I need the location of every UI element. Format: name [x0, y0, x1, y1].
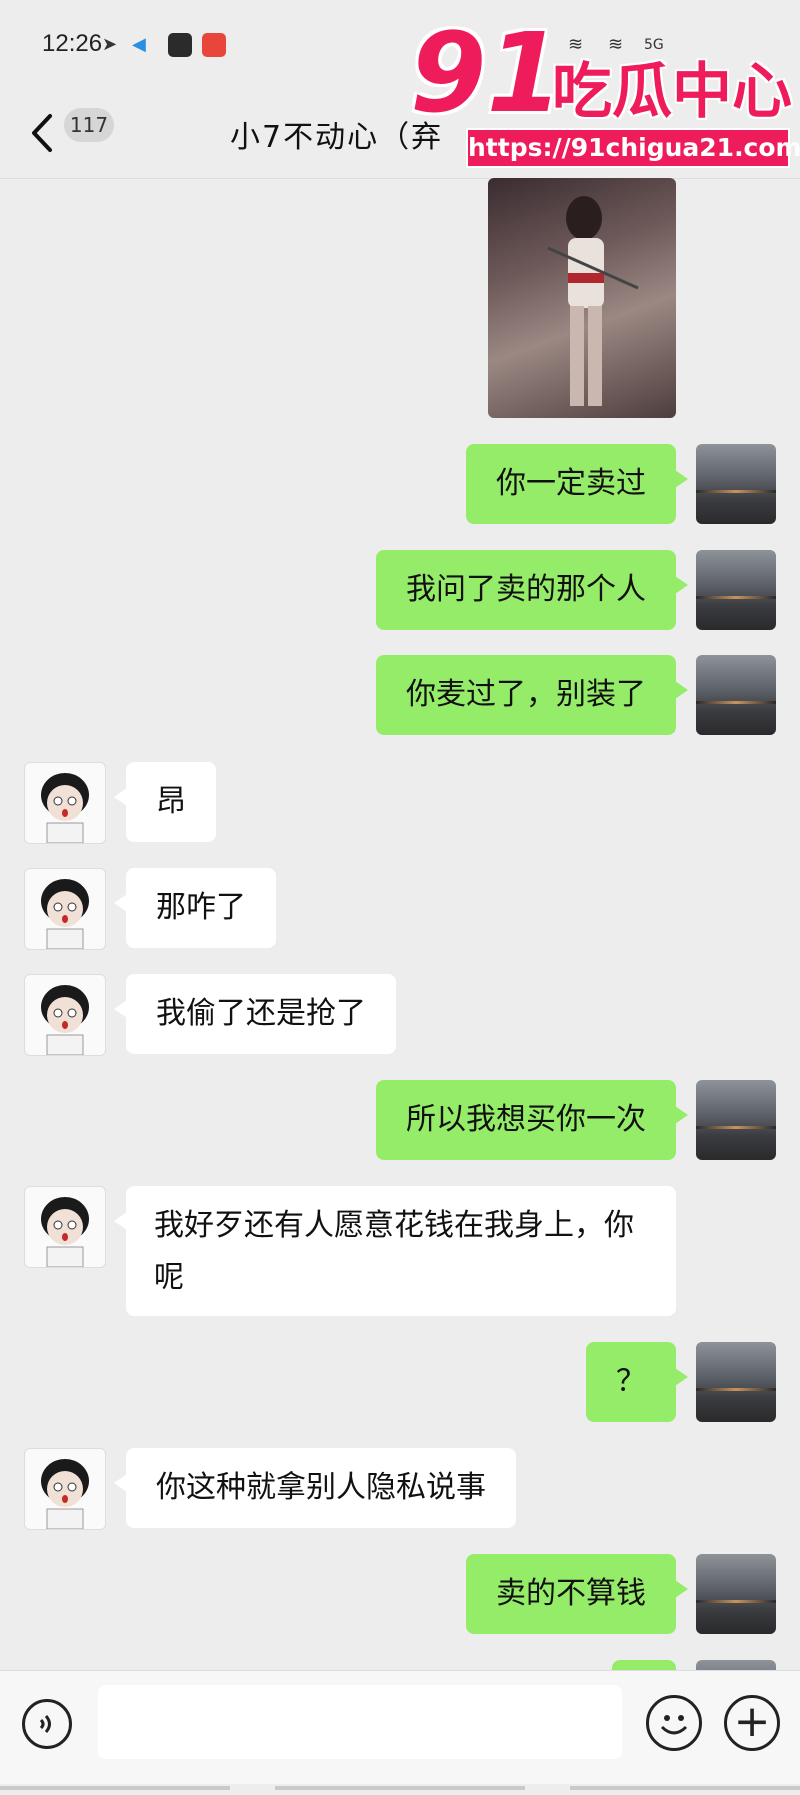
chat-messages[interactable]: 你一定卖过 我问了卖的那个人 你麦过了，别装了 昂 那咋了 我偷了还是抢了 所以…	[0, 178, 800, 1670]
input-bar: +	[0, 1670, 800, 1784]
wifi-icon: ≋	[568, 34, 584, 55]
avatar-self[interactable]	[696, 550, 776, 630]
message-bubble-received[interactable]: 我偷了还是抢了	[114, 974, 396, 1054]
unread-count-badge[interactable]: 117	[64, 108, 114, 142]
message-bubble-received[interactable]: 那咋了	[114, 868, 276, 948]
app-notification-icon-2	[202, 33, 226, 57]
avatar-self[interactable]	[696, 1342, 776, 1422]
avatar-contact[interactable]	[24, 1448, 106, 1530]
message-bubble-sent[interactable]: ？	[586, 1342, 688, 1422]
contact-cartoon-avatar	[41, 879, 89, 949]
avatar-self[interactable]	[696, 1080, 776, 1160]
message-bubble-received[interactable]: 我好歹还有人愿意花钱在我身上，你呢	[114, 1186, 676, 1316]
image-message[interactable]	[488, 178, 676, 418]
avatar-contact[interactable]	[24, 974, 106, 1056]
status-time: 12:26	[42, 30, 103, 57]
message-bubble-received[interactable]: 你这种就拿别人隐私说事	[114, 1448, 516, 1528]
voice-input-icon[interactable]	[22, 1699, 72, 1749]
add-more-icon[interactable]: +	[724, 1695, 780, 1751]
app-arrow-icon: ◀	[132, 34, 146, 55]
emoji-icon[interactable]	[646, 1695, 702, 1751]
back-arrow-icon[interactable]	[28, 108, 58, 158]
contact-cartoon-avatar	[41, 1459, 89, 1529]
avatar-self[interactable]	[696, 444, 776, 524]
avatar-contact[interactable]	[24, 1186, 106, 1268]
message-bubble-sent[interactable]: 卖的不算钱	[466, 1554, 688, 1634]
contact-cartoon-avatar	[41, 773, 89, 843]
signal-indicator: 5G	[644, 37, 664, 53]
contact-cartoon-avatar	[41, 1197, 89, 1267]
avatar-self[interactable]	[696, 1660, 776, 1670]
watermark-number: 91	[410, 9, 564, 137]
message-input[interactable]	[98, 1685, 622, 1759]
message-bubble-sent[interactable]: 我问了卖的那个人	[376, 550, 688, 630]
gesture-bar	[0, 1776, 800, 1790]
avatar-self[interactable]	[696, 655, 776, 735]
app-notification-icon	[168, 33, 192, 57]
wifi-icon-2: ≋	[608, 34, 624, 55]
message-bubble-received[interactable]: 昂	[114, 762, 216, 842]
message-bubble-sent[interactable]: 你麦过了，别装了	[376, 655, 688, 735]
avatar-contact[interactable]	[24, 762, 106, 844]
message-bubble-sent[interactable]: 所以我想买你一次	[376, 1080, 688, 1160]
watermark-name: 吃瓜中心	[552, 57, 792, 127]
telegram-icon: ➤	[102, 34, 118, 55]
avatar-self[interactable]	[696, 1554, 776, 1634]
photo-figure	[547, 196, 639, 406]
message-bubble-sent[interactable]: 你一定卖过	[466, 444, 688, 524]
message-bubble-sent-partial[interactable]	[612, 1660, 676, 1670]
watermark-url: https://91chigua21.com	[466, 128, 800, 168]
avatar-contact[interactable]	[24, 868, 106, 950]
contact-cartoon-avatar	[41, 985, 89, 1055]
